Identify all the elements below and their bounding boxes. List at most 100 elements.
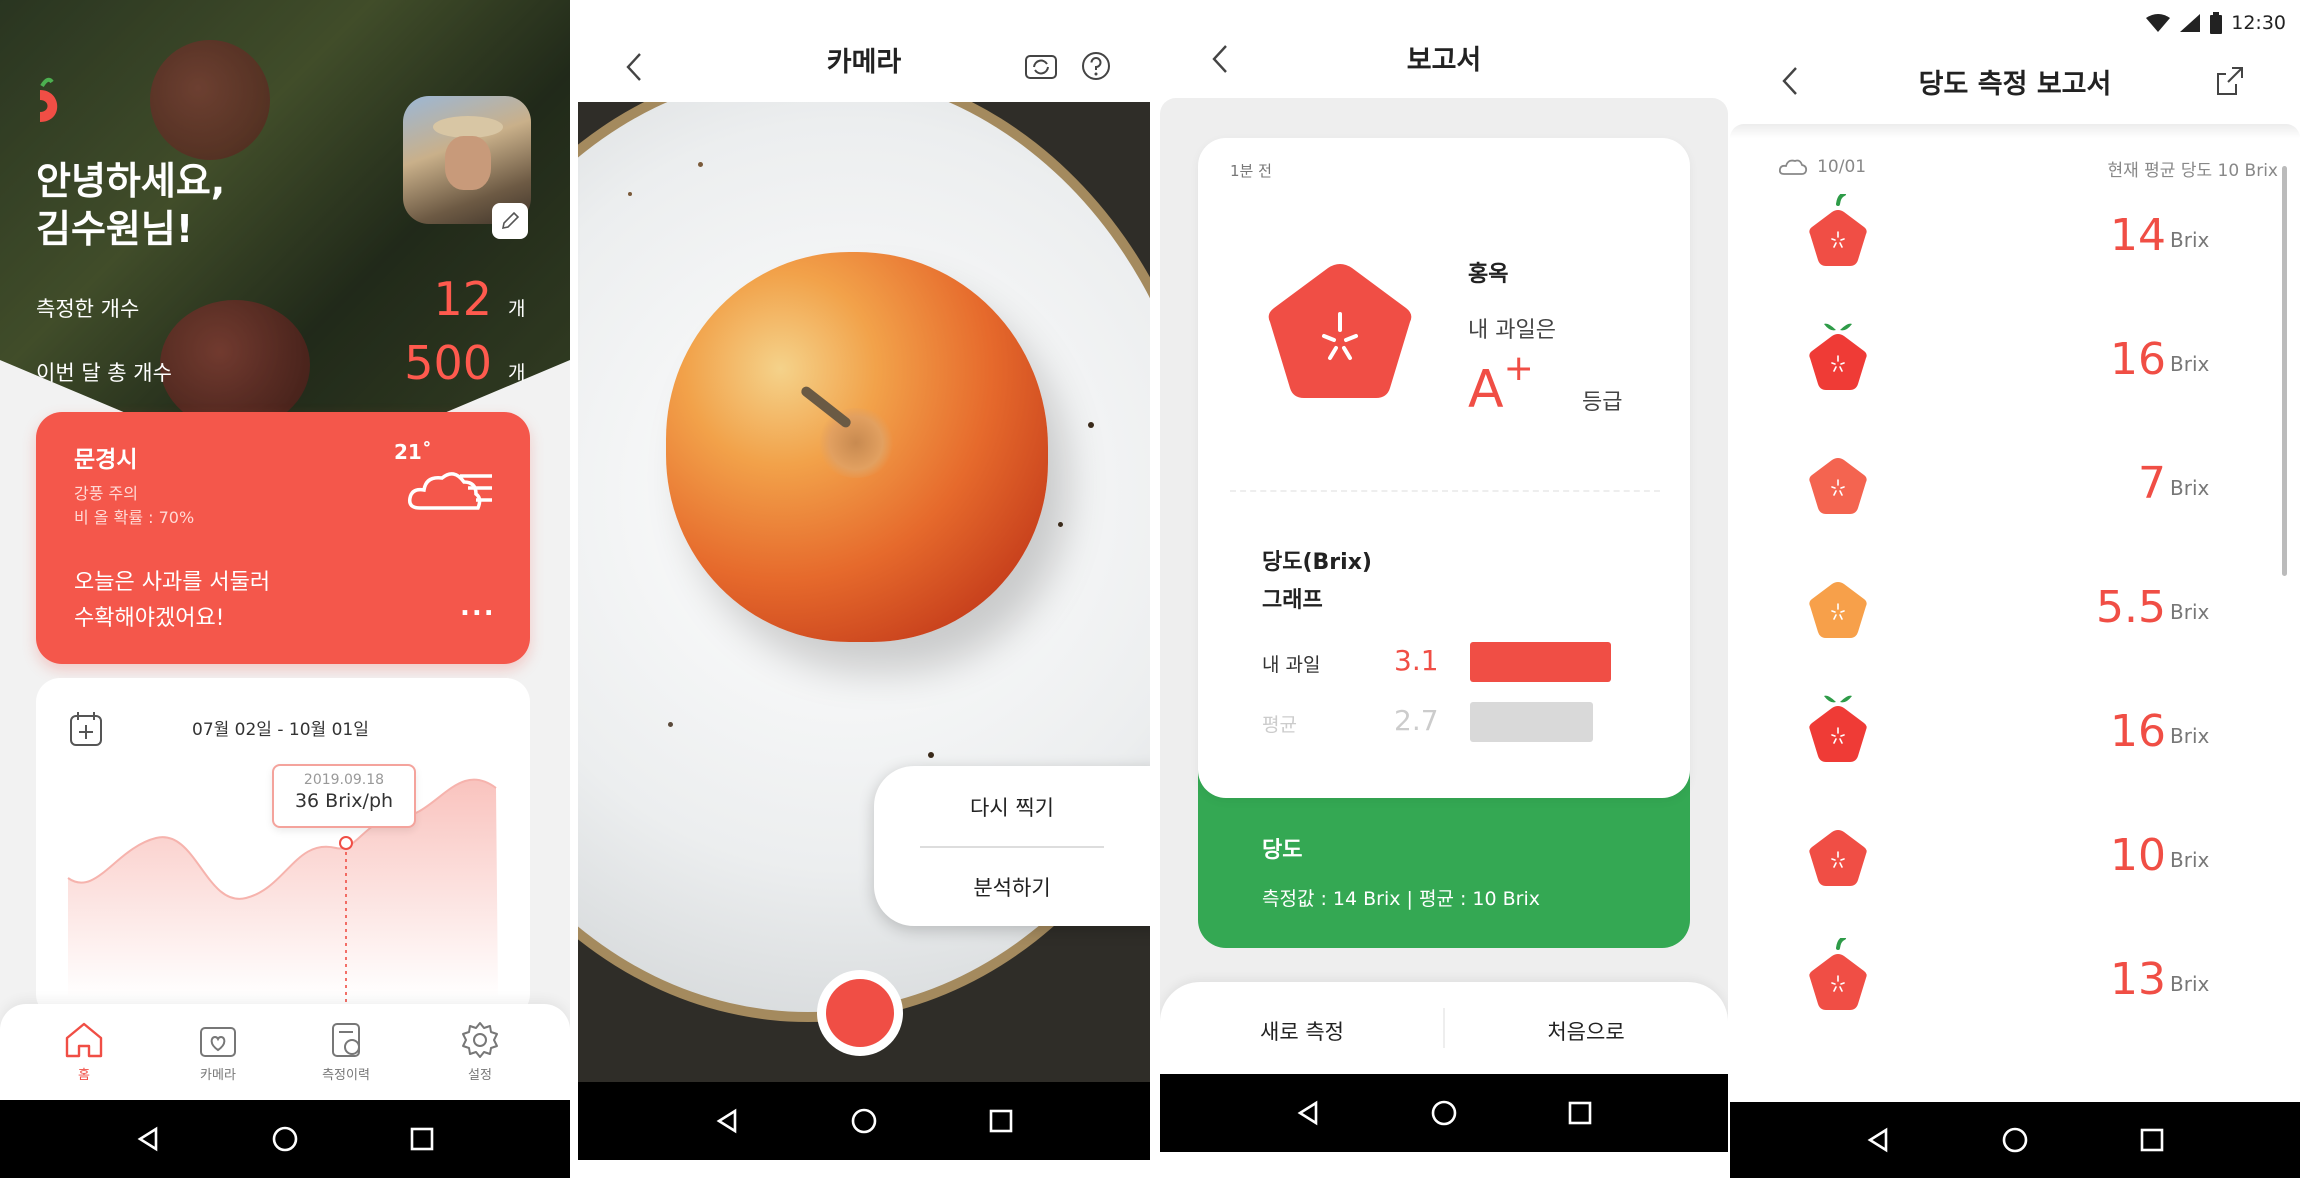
help-icon: [1082, 52, 1110, 80]
new-measure-button[interactable]: 새로 측정: [1160, 1016, 1444, 1046]
cloud-icon: [1778, 159, 1808, 175]
home-nav-button[interactable]: [1414, 1083, 1474, 1143]
retake-button[interactable]: 다시 찍기: [874, 792, 1150, 822]
list-item[interactable]: 13 Brix: [1730, 934, 2300, 1058]
pencil-icon: [501, 211, 520, 230]
list-item[interactable]: 16 Brix: [1730, 314, 2300, 438]
apple-icon: [1809, 458, 1867, 514]
share-icon: [2217, 67, 2243, 95]
edit-avatar-button[interactable]: [492, 203, 528, 239]
page-title: 보고서: [1406, 45, 1482, 76]
camera-icon: [200, 1027, 236, 1057]
weather-message-line1: 오늘은 사과를 서둘러: [74, 570, 271, 595]
battery-icon: [2210, 12, 2223, 34]
list-header: 10/01 현재 평균 당도 10 Brix: [1778, 156, 2278, 181]
grade-apple-icon: [1262, 258, 1418, 412]
apple-icon: [1809, 695, 1867, 762]
capture-action-menu: 다시 찍기 분석하기: [874, 766, 1150, 926]
tab-camera-label: 카메라: [200, 1068, 236, 1083]
signal-icon: [2180, 14, 2201, 32]
list-item[interactable]: 10 Brix: [1730, 810, 2300, 934]
time-ago: 1분 전: [1230, 162, 1272, 180]
graph-title-line1: 당도(Brix): [1262, 550, 1372, 575]
wifi-icon: [2146, 14, 2171, 32]
back-triangle-icon: [1297, 1100, 1318, 1126]
list-item[interactable]: 14 Brix: [1730, 190, 2300, 314]
brix-list: 14 Brix 16 Brix 7 Brix 5.5 Brix 16 Brix 10 Brix 13 Br…: [1730, 190, 2300, 1060]
grade-letter: A: [1468, 359, 1504, 420]
analyze-button[interactable]: 분석하기: [874, 872, 1150, 902]
more-button[interactable]: ...: [460, 592, 496, 622]
shutter-button[interactable]: [817, 970, 903, 1056]
weather-rain: 비 올 확률 : 70%: [74, 508, 195, 527]
brix-unit: Brix: [2170, 228, 2210, 252]
bar-label-mine: 내 과일: [1262, 654, 1321, 676]
list-item[interactable]: 7 Brix: [1730, 438, 2300, 562]
brix-value: 13: [2110, 954, 2166, 1005]
calendar-add-icon[interactable]: [68, 710, 104, 752]
apple-icon: [1809, 582, 1867, 638]
tab-history[interactable]: 측정이력: [306, 1020, 386, 1083]
graph-title-line2: 그래프: [1262, 588, 1323, 613]
home-circle-icon: [272, 1126, 298, 1152]
recents-nav-button[interactable]: [2122, 1110, 2182, 1170]
weather-card[interactable]: 문경시 21˚ 강풍 주의 비 올 확률 : 70% 오늘은 사과를 서둘러 수…: [36, 412, 530, 664]
help-button[interactable]: [1080, 50, 1112, 86]
list-item[interactable]: 16 Brix: [1730, 686, 2300, 810]
switch-camera-icon: [1025, 55, 1057, 79]
brix-unit: Brix: [2170, 972, 2210, 996]
tab-history-label: 측정이력: [322, 1068, 370, 1083]
report-screen: 보고서 당도 측정값 : 14 Brix | 평균 : 10 Brix 1분 전…: [1160, 0, 1728, 1178]
system-nav-bar: [1730, 1102, 2300, 1178]
grade-suffix: 등급: [1582, 390, 1623, 415]
back-nav-button[interactable]: [1278, 1083, 1338, 1143]
recents-square-icon: [410, 1127, 433, 1151]
brix-value: 10: [2110, 830, 2166, 881]
tooltip-value: 36 Brix/ph: [294, 790, 394, 812]
my-fruit-is: 내 과일은: [1468, 318, 1556, 343]
home-nav-button[interactable]: [834, 1091, 894, 1151]
status-time: 12:30: [2231, 12, 2286, 34]
system-nav-bar: [578, 1082, 1150, 1160]
list-header-shadow: [1730, 124, 2300, 138]
brix-value: 16: [2110, 334, 2166, 385]
bar-value-mine: 3.1: [1394, 644, 1439, 677]
recents-nav-button[interactable]: [392, 1109, 452, 1169]
back-triangle-icon: [1867, 1127, 1888, 1153]
camera-preview[interactable]: [578, 102, 1150, 1082]
brix-unit: Brix: [2170, 848, 2210, 872]
back-nav-button[interactable]: [1848, 1110, 1908, 1170]
cloud-wind-icon: [406, 458, 496, 522]
recents-nav-button[interactable]: [1550, 1083, 1610, 1143]
bar-average: [1470, 702, 1593, 742]
apple-icon: [1809, 323, 1867, 390]
stat-unit-measured: 개: [508, 298, 526, 320]
tab-home[interactable]: 홈: [44, 1020, 124, 1083]
tab-settings[interactable]: 설정: [440, 1020, 520, 1083]
recents-square-icon: [2140, 1128, 2163, 1152]
back-nav-button[interactable]: [697, 1091, 757, 1151]
bar-mine: [1470, 642, 1611, 682]
switch-camera-button[interactable]: [1024, 50, 1058, 86]
brix-value: 7: [2138, 458, 2166, 509]
report-date: 10/01: [1817, 157, 1867, 177]
brix-value: 16: [2110, 706, 2166, 757]
back-triangle-icon: [716, 1108, 736, 1134]
home-nav-button[interactable]: [1985, 1110, 2045, 1170]
chart-tooltip: 2019.09.18 36 Brix/ph: [272, 764, 416, 828]
card-divider: [1230, 490, 1660, 492]
sugar-title: 당도: [1262, 838, 1303, 863]
variety-name: 홍옥: [1468, 262, 1509, 287]
home-circle-icon: [851, 1108, 877, 1134]
weather-warning: 강풍 주의: [74, 484, 138, 503]
go-home-button[interactable]: 처음으로: [1444, 1016, 1728, 1046]
back-nav-button[interactable]: [118, 1109, 178, 1169]
tab-camera[interactable]: 카메라: [178, 1020, 258, 1083]
list-item[interactable]: 5.5 Brix: [1730, 562, 2300, 686]
share-button[interactable]: [2214, 64, 2246, 102]
system-nav-bar: [0, 1100, 570, 1178]
sugar-detail: 측정값 : 14 Brix | 평균 : 10 Brix: [1262, 888, 1541, 910]
scrollbar[interactable]: [2282, 166, 2287, 576]
recents-nav-button[interactable]: [971, 1091, 1031, 1151]
home-nav-button[interactable]: [255, 1109, 315, 1169]
